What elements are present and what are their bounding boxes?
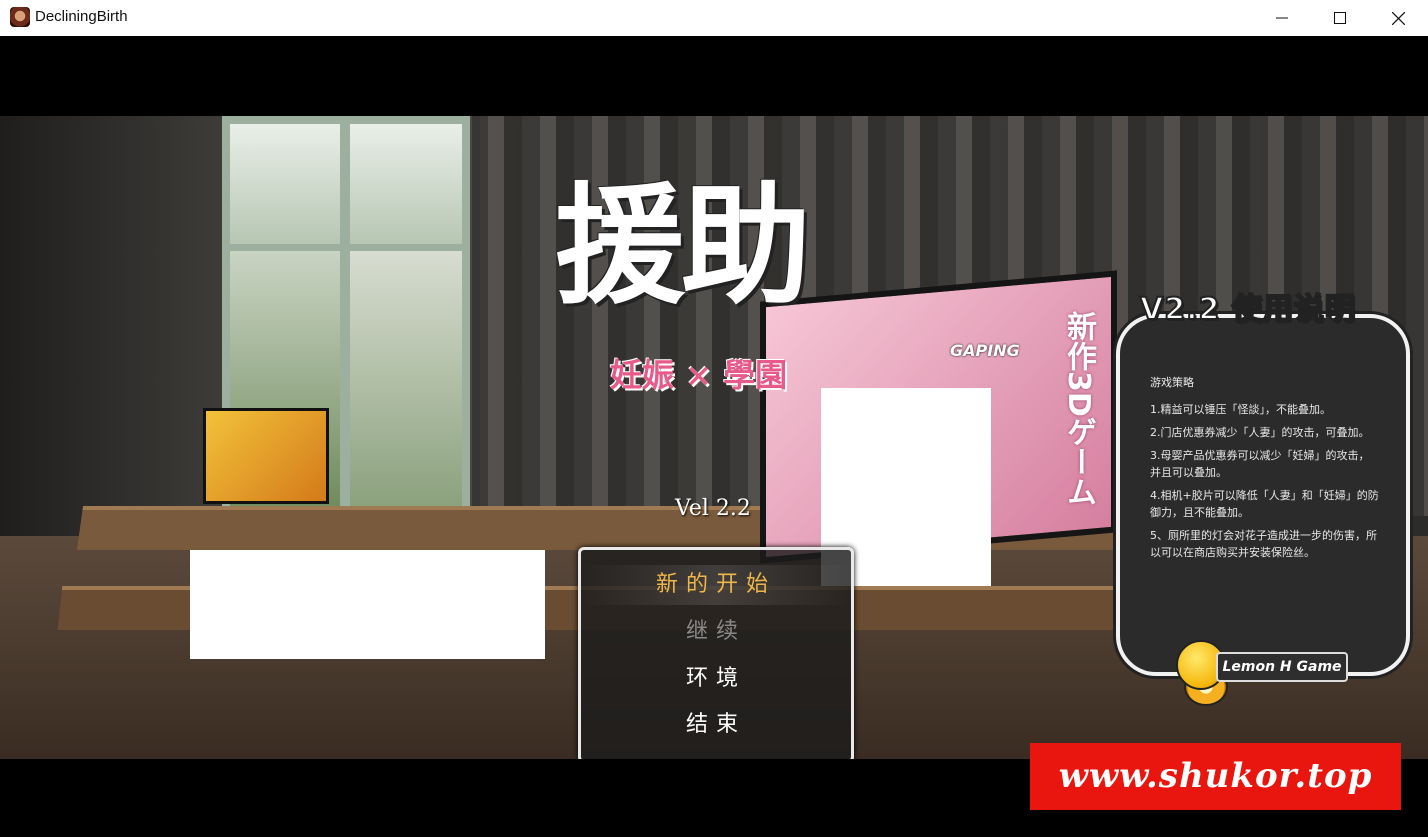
menu-quit[interactable]: 结束 <box>581 705 851 745</box>
menu-options[interactable]: 环境 <box>581 659 851 699</box>
instructions-body: 游戏策略 1.精益可以锤压「怪談」，不能叠加。 2.门店优惠券减少「人妻」的攻击… <box>1150 374 1380 567</box>
instruction-item: 5、厕所里的灯会对花子造成进一步的伤害，所以可以在商店购买并安装保险丝。 <box>1150 529 1377 559</box>
poster-monitor-left <box>203 408 329 504</box>
maximize-button[interactable] <box>1311 0 1369 36</box>
app-icon <box>10 7 30 27</box>
instructions-panel: 游戏策略 1.精益可以锤压「怪談」，不能叠加。 2.门店优惠券减少「人妻」的攻击… <box>1116 314 1410 676</box>
maximize-icon <box>1334 12 1346 24</box>
window-title: DecliningBirth <box>35 8 128 25</box>
game-title-screen: GAPING 新作3Dゲーム 援助 妊娠 × 學園 Vel 2.2 新的开始 继… <box>0 116 1428 759</box>
close-button[interactable] <box>1369 0 1427 36</box>
censor-box <box>190 550 545 659</box>
window-title-bar: DecliningBirth <box>0 0 1428 36</box>
minimize-icon <box>1276 17 1288 19</box>
minimize-button[interactable] <box>1253 0 1311 36</box>
instruction-item: 3.母婴产品优惠券可以减少「妊婦」的攻击，并且可以叠加。 <box>1150 449 1370 479</box>
instructions-heading: 游戏策略 <box>1150 376 1194 389</box>
instruction-item: 2.门店优惠券减少「人妻」的攻击，可叠加。 <box>1150 426 1370 439</box>
title-menu: 新的开始 继续 环境 结束 <box>578 547 854 759</box>
instructions-title: V2.2 使用说明 <box>1139 291 1356 328</box>
game-logo-title: 援助 <box>555 169 811 322</box>
close-icon <box>1391 11 1405 25</box>
window-pane <box>350 251 462 511</box>
menu-continue[interactable]: 继续 <box>581 612 851 652</box>
poster-vertical-text: 新作3Dゲーム <box>1061 311 1096 507</box>
window-pane <box>350 124 462 244</box>
poster-logo: GAPING <box>950 341 1020 360</box>
watermark-banner: www.shukor.top <box>1030 743 1401 810</box>
game-logo-subtitle: 妊娠 × 學園 <box>610 356 788 394</box>
brand-logo: Lemon H Game <box>1176 638 1348 706</box>
window-pane <box>230 124 340 244</box>
menu-new-game[interactable]: 新的开始 <box>581 565 851 605</box>
brand-name: Lemon H Game <box>1216 652 1348 682</box>
version-label: Vel 2.2 <box>675 496 751 521</box>
instruction-item: 1.精益可以锤压「怪談」，不能叠加。 <box>1150 403 1331 416</box>
instruction-item: 4.相机+胶片可以降低「人妻」和「妊婦」的防御力，且不能叠加。 <box>1150 489 1379 519</box>
